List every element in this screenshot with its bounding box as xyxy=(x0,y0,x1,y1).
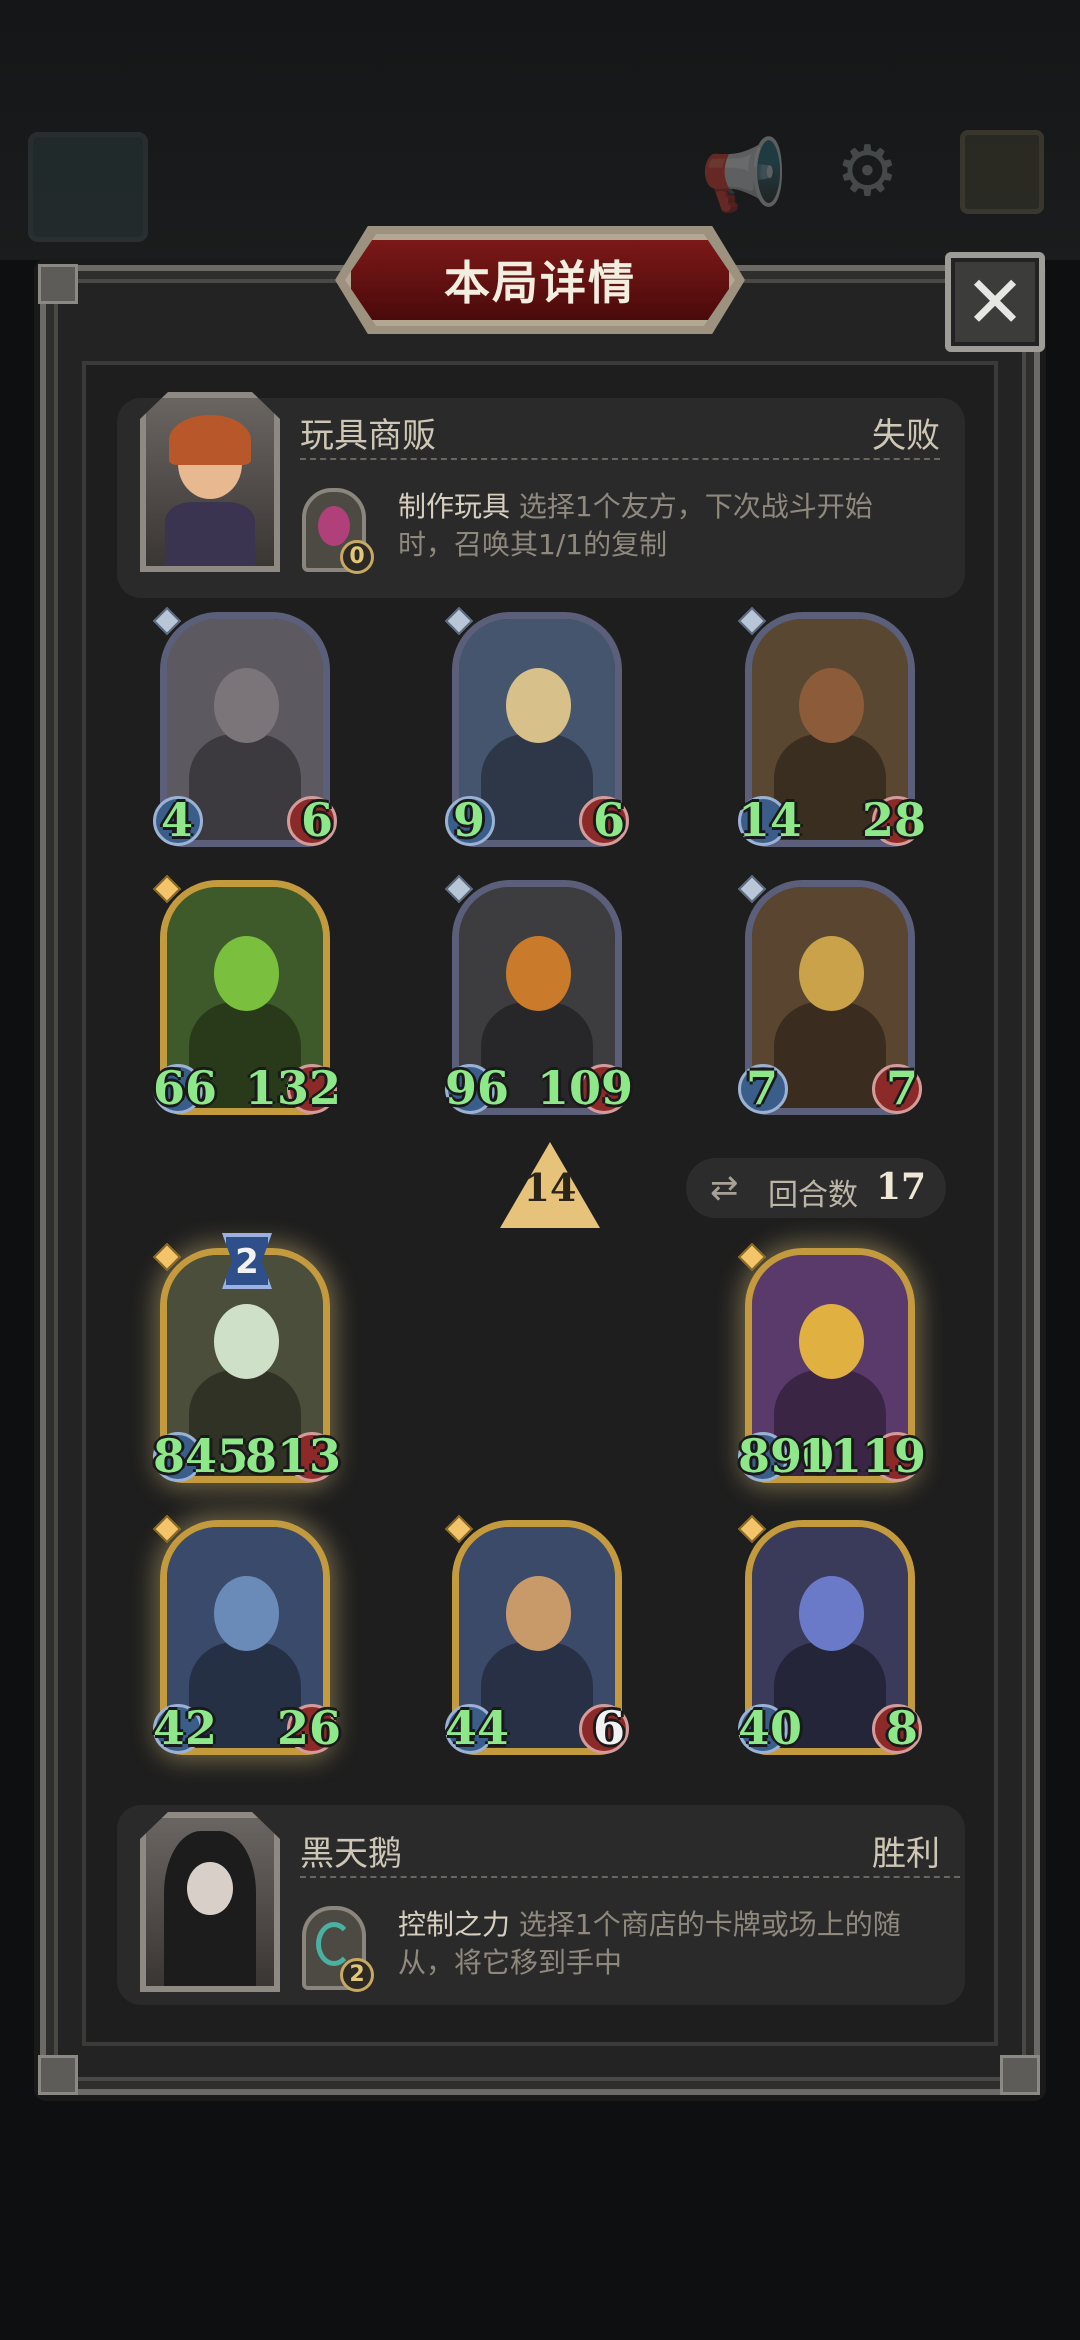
panel-corner xyxy=(38,2055,78,2095)
tier-level: 14 xyxy=(523,1165,577,1210)
minion-card[interactable]: 96 109 xyxy=(444,874,633,1115)
control-icon xyxy=(316,1922,352,1966)
minion-health: 28 xyxy=(861,793,926,847)
repeat-icon: ⇄ xyxy=(710,1168,739,1208)
hero-power-text: 制作玩具 选择1个友方，下次战斗开始 时，召唤其1/1的复制 xyxy=(398,488,938,564)
minion-attack: 42 xyxy=(153,1701,218,1755)
gear-icon: ⚙ xyxy=(836,130,899,212)
minion-body xyxy=(480,733,594,840)
minion-head xyxy=(798,935,865,1011)
hero-power-name: 控制之力 xyxy=(398,1908,511,1941)
minion-head xyxy=(213,935,280,1011)
minion-health: 7 xyxy=(885,1061,918,1115)
minion-body xyxy=(773,1001,887,1108)
hero-power-desc-2: 从，将它移到手中 xyxy=(398,1946,623,1979)
close-button[interactable]: ✕ xyxy=(945,252,1045,352)
background-header xyxy=(0,0,1080,260)
minion-attack: 66 xyxy=(153,1061,218,1115)
portrait-face xyxy=(186,1861,234,1916)
hero-power-name: 制作玩具 xyxy=(398,490,511,523)
hero-power-desc-1: 选择1个商店的卡牌或场上的随 xyxy=(518,1908,901,1941)
minion-health: 6 xyxy=(592,793,625,847)
minion-head xyxy=(505,667,572,743)
player-portrait xyxy=(140,1812,280,1992)
minion-attack: 40 xyxy=(738,1701,803,1755)
divider xyxy=(300,458,940,460)
minion-health: 813 xyxy=(244,1429,341,1483)
player-result: 胜利 xyxy=(872,1834,940,1874)
minion-head xyxy=(505,1575,572,1651)
minion-card[interactable]: 66 132 xyxy=(152,874,341,1115)
minion-card[interactable]: 96 xyxy=(444,606,629,847)
toy-icon xyxy=(318,506,350,546)
hero-power-desc-2: 时，召唤其1/1的复制 xyxy=(398,528,668,561)
minion-card[interactable]: 77 xyxy=(737,874,922,1115)
minion-card[interactable]: 46 xyxy=(152,606,337,847)
minion-attack: 44 xyxy=(445,1701,510,1755)
hero-power-text: 控制之力 选择1个商店的卡牌或场上的随 从，将它移到手中 xyxy=(398,1906,958,1982)
minion-card[interactable]: 890 1119 xyxy=(737,1242,926,1483)
divider xyxy=(300,1876,960,1878)
minion-health: 132 xyxy=(244,1061,341,1115)
close-icon: ✕ xyxy=(964,260,1026,344)
minion-body xyxy=(188,733,302,840)
opponent-name: 玩具商贩 xyxy=(300,416,436,456)
exit-icon xyxy=(960,130,1044,214)
minion-attack: 4 xyxy=(160,793,193,847)
opponent-portrait xyxy=(140,392,280,572)
minion-head xyxy=(213,1575,280,1651)
minion-head xyxy=(213,1303,280,1379)
minion-head xyxy=(505,935,572,1011)
minion-attack: 14 xyxy=(738,793,803,847)
hero-power-count: 0 xyxy=(340,540,374,574)
hero-power-count: 2 xyxy=(340,1958,374,1992)
opponent-result: 失败 xyxy=(872,416,940,456)
minion-attack: 845 xyxy=(153,1429,250,1483)
player-name: 黑天鹅 xyxy=(300,1834,402,1874)
minion-attack: 9 xyxy=(452,793,485,847)
minion-head xyxy=(798,1303,865,1379)
panel-title: 本局详情 xyxy=(444,256,636,310)
title-plate: 本局详情 xyxy=(345,234,735,326)
minion-card[interactable]: 14 28 xyxy=(737,606,926,847)
panel-corner xyxy=(1000,2055,1040,2095)
hero-power-desc-1: 选择1个友方，下次战斗开始 xyxy=(518,490,873,523)
portrait-body xyxy=(165,502,255,566)
minion-attack: 96 xyxy=(445,1061,510,1115)
panel-corner xyxy=(38,264,78,304)
background-avatar xyxy=(28,132,148,242)
rounds-value: 17 xyxy=(876,1166,927,1208)
minion-health: 1119 xyxy=(797,1429,926,1483)
minion-card[interactable]: 44 6 xyxy=(444,1514,629,1755)
minion-card[interactable]: 42 26 xyxy=(152,1514,341,1755)
minion-attack: 7 xyxy=(745,1061,778,1115)
minion-card[interactable]: 40 8 xyxy=(737,1514,922,1755)
minion-health: 6 xyxy=(300,793,333,847)
speaker-icon: 📢 xyxy=(700,134,788,216)
portrait-hair xyxy=(169,414,251,466)
minion-head xyxy=(798,1575,865,1651)
minion-health: 8 xyxy=(885,1701,918,1755)
minion-head xyxy=(798,667,865,743)
rounds-counter: ⇄ 回合数 17 xyxy=(686,1158,946,1218)
minion-health: 26 xyxy=(276,1701,341,1755)
minion-health: 109 xyxy=(536,1061,633,1115)
rounds-label: 回合数 xyxy=(768,1178,858,1213)
minion-health: 6 xyxy=(592,1701,625,1755)
minion-head xyxy=(213,667,280,743)
